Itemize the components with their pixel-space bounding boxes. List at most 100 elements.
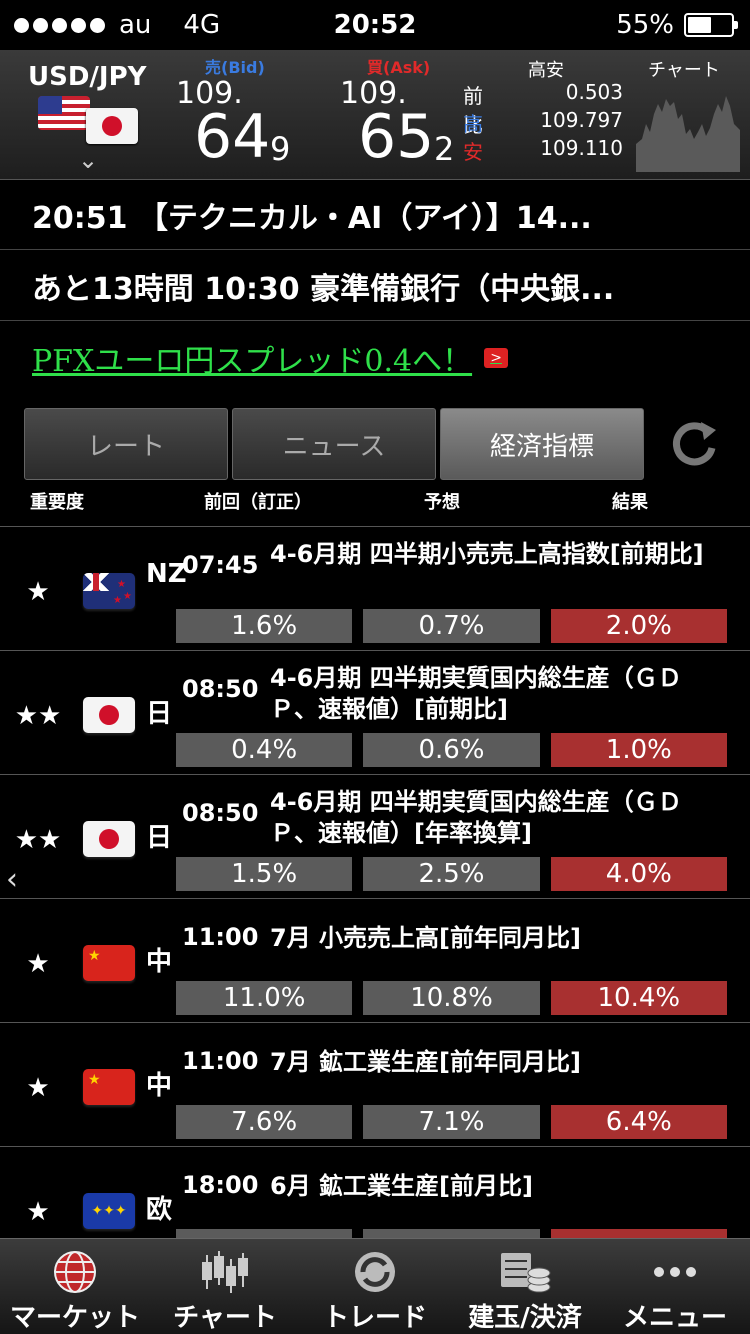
importance-stars: ★★: [14, 825, 62, 855]
importance-stars: ★: [26, 577, 50, 607]
tab-economic-indicators[interactable]: 経済指標: [440, 408, 644, 480]
nav-menu[interactable]: メニュー: [600, 1239, 750, 1334]
candlestick-icon: [202, 1251, 248, 1293]
list-item[interactable]: ★★ 日 08:50 4-6月期 四半期実質国内総生産（ＧＤＰ、速報値）[前期比…: [0, 650, 750, 774]
event-title: 4-6月期 四半期実質国内総生産（ＧＤＰ、速報値）[前期比]: [270, 664, 682, 723]
col-forecast: 予想: [424, 492, 460, 513]
ask-price-pip: 2: [434, 130, 455, 168]
low-label: 安: [463, 140, 483, 164]
result-value: [550, 1229, 727, 1238]
previous-value: 0.4%: [176, 733, 353, 767]
column-headers: 重要度 前回（訂正） 予想 結果: [24, 488, 726, 518]
country-label: 中: [146, 1071, 173, 1101]
nav-label: マーケット: [9, 1303, 140, 1333]
list-item[interactable]: ★ ★ 中 11:00 7月 小売売上高[前年同月比] 11.0% 10.8% …: [0, 898, 750, 1022]
list-item[interactable]: ★★ 日 08:50 4-6月期 四半期実質国内総生産（ＧＤＰ、速報値）[年率換…: [0, 774, 750, 898]
bottom-nav: マーケット チャート トレード 建玉/決済 メニュー: [0, 1238, 750, 1334]
list-item[interactable]: ★ ★ ★ ★ NZ 07:45 4-6月期 四半期小売売上高指数[前期比] 1.6…: [0, 526, 750, 650]
tab-bar: レート ニュース 経済指標: [24, 408, 644, 480]
nav-trade[interactable]: トレード: [300, 1239, 450, 1334]
high-low-label: 高安: [528, 60, 564, 81]
event-time: 07:45: [182, 551, 259, 579]
list-item[interactable]: ★ ✦✦✦ 欧 18:00 6月 鉱工業生産[前月比]: [0, 1146, 750, 1238]
rate-header[interactable]: USD/JPY ⌄ 売(Bid) 買(Ask) 109. 64 9 109. 6…: [0, 50, 750, 180]
promo-link[interactable]: PFXユーロ円スプレッド0.4へ！ >: [0, 322, 750, 394]
forecast-value: 7.1%: [363, 1105, 540, 1139]
promo-text[interactable]: PFXユーロ円スプレッド0.4へ！: [32, 336, 472, 380]
event-time: 08:50: [182, 799, 259, 827]
country-label: 日: [146, 823, 173, 853]
low-value: 109.110: [540, 136, 623, 160]
result-value: 10.4%: [550, 981, 727, 1015]
news-headline[interactable]: 20:51 【テクニカル・AI（アイ）】14...: [0, 180, 750, 250]
importance-stars: ★: [26, 1197, 50, 1227]
result-value: 6.4%: [550, 1105, 727, 1139]
chart-label: チャート: [648, 60, 720, 81]
trade-icon: [355, 1252, 395, 1292]
chevron-down-icon[interactable]: ⌄: [78, 146, 98, 174]
ask-price-main[interactable]: 65: [358, 102, 434, 172]
economic-events-list[interactable]: ★ ★ ★ ★ NZ 07:45 4-6月期 四半期小売売上高指数[前期比] 1.6…: [0, 526, 750, 1238]
bid-price-main[interactable]: 64: [194, 102, 270, 172]
high-label: 高: [463, 112, 483, 136]
forecast-value: [363, 1229, 540, 1238]
event-title: 7月 鉱工業生産[前年同月比]: [270, 1048, 581, 1076]
result-value: 1.0%: [550, 733, 727, 767]
event-time: 08:50: [182, 675, 259, 703]
forecast-value: 0.7%: [363, 609, 540, 643]
nav-label: チャート: [173, 1303, 277, 1333]
us-flag-icon: [38, 96, 90, 130]
mini-chart[interactable]: [636, 84, 740, 172]
china-flag-icon: ★: [83, 1069, 135, 1105]
forecast-value: 0.6%: [363, 733, 540, 767]
battery-icon: [684, 13, 738, 37]
japan-flag-icon: [86, 108, 138, 144]
nav-label: 建玉/決済: [468, 1303, 582, 1333]
list-item[interactable]: ★ ★ 中 11:00 7月 鉱工業生産[前年同月比] 7.6% 7.1% 6.…: [0, 1022, 750, 1146]
currency-pair[interactable]: USD/JPY: [28, 62, 146, 92]
more-icon: [654, 1267, 696, 1277]
col-result: 結果: [612, 492, 648, 513]
upcoming-event[interactable]: あと13時間 10:30 豪準備銀行（中央銀...: [0, 251, 750, 321]
importance-stars: ★★: [14, 701, 62, 731]
low-row: 安 109.110: [463, 136, 623, 165]
forecast-value: 10.8%: [363, 981, 540, 1015]
chevron-left-icon[interactable]: ‹: [6, 862, 18, 897]
importance-stars: ★: [26, 949, 50, 979]
nav-positions[interactable]: 建玉/決済: [450, 1239, 600, 1334]
nav-label: トレード: [322, 1303, 427, 1333]
japan-flag-icon: [83, 697, 135, 733]
result-value: 4.0%: [550, 857, 727, 891]
eu-flag-icon: ✦✦✦: [83, 1193, 135, 1229]
forecast-value: 2.5%: [363, 857, 540, 891]
event-time: 18:00: [182, 1171, 259, 1199]
nav-market[interactable]: マーケット: [0, 1239, 150, 1334]
previous-value: 1.5%: [176, 857, 353, 891]
country-label: 欧: [146, 1195, 173, 1225]
event-title: 4-6月期 四半期小売売上高指数[前期比]: [270, 540, 704, 568]
previous-value: [176, 1229, 353, 1238]
country-label: 日: [146, 699, 173, 729]
globe-icon: [54, 1251, 96, 1293]
event-time: 11:00: [182, 923, 259, 951]
event-title: 7月 小売売上高[前年同月比]: [270, 924, 581, 952]
refresh-icon[interactable]: [668, 418, 720, 470]
china-flag-icon: ★: [83, 945, 135, 981]
previous-value: 1.6%: [176, 609, 353, 643]
coins-icon: [501, 1253, 551, 1293]
bid-price-pip: 9: [270, 130, 291, 168]
battery-percent: 55%: [616, 10, 674, 40]
country-label: 中: [146, 947, 173, 977]
tab-news[interactable]: ニュース: [232, 408, 436, 480]
nav-chart[interactable]: チャート: [150, 1239, 300, 1334]
country-label: NZ: [146, 559, 187, 589]
ask-label: 買(Ask): [367, 58, 431, 77]
nav-label: メニュー: [622, 1303, 727, 1333]
result-value: 2.0%: [550, 609, 727, 643]
previous-value: 11.0%: [176, 981, 353, 1015]
tab-rate[interactable]: レート: [24, 408, 228, 480]
nz-flag-icon: ★ ★ ★: [83, 573, 135, 609]
japan-flag-icon: [83, 821, 135, 857]
col-previous: 前回（訂正）: [204, 492, 312, 513]
high-value: 109.797: [540, 108, 623, 132]
